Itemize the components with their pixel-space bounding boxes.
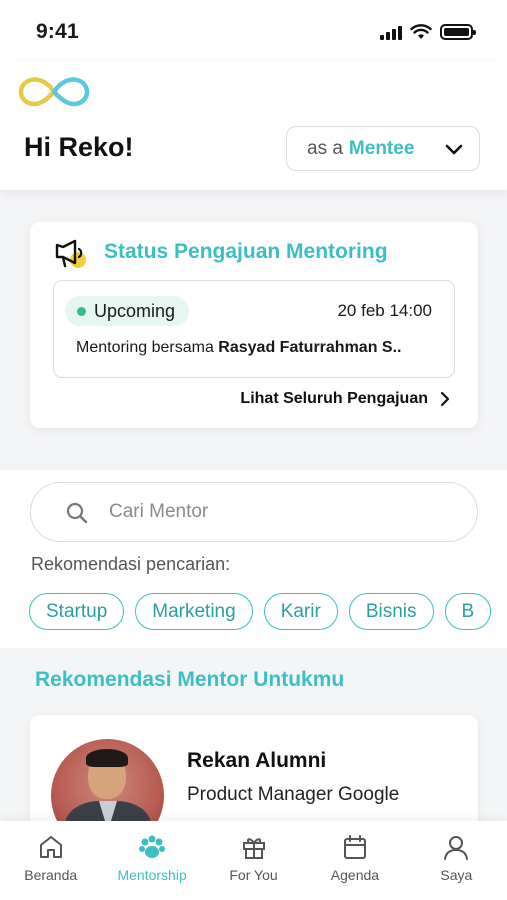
infinity-logo-icon xyxy=(18,77,90,107)
session-date: 20 feb 14:00 xyxy=(337,301,432,320)
status-card-title: Status Pengajuan Mentoring xyxy=(104,240,388,263)
search-icon xyxy=(66,502,88,524)
megaphone-icon xyxy=(55,239,86,268)
role-value: Mentee xyxy=(348,137,415,159)
role-dropdown[interactable]: as a Mentee xyxy=(286,126,480,171)
calendar-icon xyxy=(343,835,366,859)
session-mentor-name: Rasyad Faturrahman S.. xyxy=(218,339,402,356)
nav-label: Agenda xyxy=(330,867,380,883)
mentor-section-heading: Rekomendasi Mentor Untukmu xyxy=(35,668,345,691)
session-item[interactable]: Upcoming 20 feb 14:00 Mentoring bersama … xyxy=(53,280,455,378)
chip-karir[interactable]: Karir xyxy=(263,593,338,630)
status-icons xyxy=(380,24,476,40)
app-header: Hi Reko! as a Mentee xyxy=(0,62,507,190)
mentor-role: Product Manager Google xyxy=(187,784,400,805)
home-icon xyxy=(39,836,62,858)
nav-saya[interactable]: Saya xyxy=(406,821,507,900)
search-section: Rekomendasi pencarian: Startup Marketing… xyxy=(0,470,507,648)
signal-icon xyxy=(380,25,402,40)
status-dot-icon xyxy=(77,306,86,316)
session-description: Mentoring bersama Rasyad Faturrahman S.. xyxy=(76,339,436,357)
see-all-label: Lihat Seluruh Pengajuan xyxy=(240,390,428,407)
chevron-right-icon xyxy=(440,391,450,407)
see-all-link[interactable]: Lihat Seluruh Pengajuan xyxy=(240,390,450,408)
chip-startup[interactable]: Startup xyxy=(29,593,125,630)
status-time: 9:41 xyxy=(36,20,79,43)
search-bar[interactable] xyxy=(30,482,478,542)
nav-agenda[interactable]: Agenda xyxy=(304,821,405,900)
battery-icon xyxy=(440,24,476,40)
role-prefix: as a xyxy=(307,137,343,159)
recommendation-label: Rekomendasi pencarian: xyxy=(31,554,231,574)
status-bar: 9:41 xyxy=(0,0,507,62)
status-pengajuan-card: Status Pengajuan Mentoring Upcoming 20 f… xyxy=(30,222,478,428)
mentor-name: Rekan Alumni xyxy=(187,749,327,772)
nav-for-you[interactable]: For You xyxy=(203,821,304,900)
status-badge: Upcoming xyxy=(65,296,190,326)
search-chips: Startup Marketing Karir Bisnis B xyxy=(29,593,492,630)
chevron-down-icon xyxy=(445,144,463,155)
session-desc-prefix: Mentoring bersama xyxy=(76,339,219,356)
nav-label: For You xyxy=(229,867,278,883)
nav-label: Saya xyxy=(440,867,473,883)
gift-icon xyxy=(242,838,265,859)
user-icon xyxy=(444,836,469,860)
nav-mentorship[interactable]: Mentorship xyxy=(101,821,202,900)
nav-label: Beranda xyxy=(24,867,78,883)
nav-beranda[interactable]: Beranda xyxy=(0,821,101,900)
chip-partial[interactable]: B xyxy=(444,593,492,630)
search-input[interactable] xyxy=(109,497,439,527)
wifi-icon xyxy=(410,24,432,39)
greeting-title: Hi Reko! xyxy=(24,132,134,162)
nav-label: Mentorship xyxy=(117,867,187,883)
chip-bisnis[interactable]: Bisnis xyxy=(348,593,434,630)
status-badge-label: Upcoming xyxy=(94,300,176,321)
bottom-navigation: Beranda Mentorship For You Agenda Saya xyxy=(0,821,507,900)
chip-marketing[interactable]: Marketing xyxy=(135,593,253,630)
paw-icon xyxy=(139,835,166,858)
